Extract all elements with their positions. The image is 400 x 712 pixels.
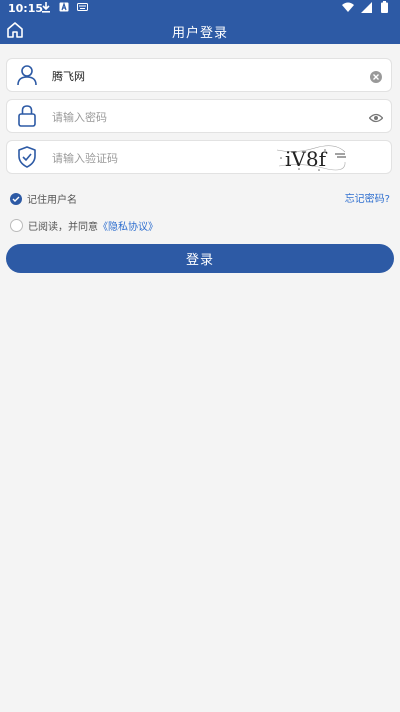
signal-icon bbox=[360, 1, 372, 13]
password-field[interactable]: 请输入密码 bbox=[6, 99, 392, 133]
remember-username-label: 记住用户名 bbox=[27, 195, 77, 206]
notification-a-icon bbox=[58, 1, 70, 13]
username-value[interactable]: 腾飞网 bbox=[52, 68, 85, 84]
checkbox-unchecked-icon[interactable] bbox=[10, 219, 23, 232]
shield-check-icon bbox=[15, 145, 39, 169]
captcha-image[interactable]: iV8f bbox=[275, 144, 347, 172]
download-icon bbox=[40, 1, 52, 13]
privacy-policy-link[interactable]: 《隐私协议》 bbox=[98, 222, 158, 233]
login-button[interactable]: 登录 bbox=[6, 244, 394, 273]
password-placeholder[interactable]: 请输入密码 bbox=[52, 109, 107, 125]
captcha-code: iV8f bbox=[285, 147, 328, 171]
page-title: 用户登录 bbox=[171, 26, 228, 41]
lock-icon bbox=[15, 104, 39, 128]
agreement-text: 已阅读，并同意 bbox=[28, 222, 98, 233]
captcha-field[interactable]: 请输入验证码 iV8f bbox=[6, 140, 392, 174]
wifi-icon bbox=[342, 1, 354, 13]
status-bar: 10:15 bbox=[0, 0, 400, 17]
clear-icon[interactable] bbox=[369, 69, 383, 83]
status-time: 10:15 bbox=[8, 2, 44, 15]
user-icon bbox=[15, 63, 39, 87]
keyboard-icon bbox=[76, 1, 88, 13]
username-field[interactable]: 腾飞网 bbox=[6, 58, 392, 92]
forgot-password-link[interactable]: 忘记密码? bbox=[345, 190, 390, 205]
remember-username-option[interactable]: 记住用户名 bbox=[10, 191, 77, 206]
eye-icon[interactable] bbox=[368, 110, 384, 124]
privacy-agreement-option[interactable]: 已阅读，并同意《隐私协议》 bbox=[10, 218, 158, 233]
app-header: 10:15 用户登录 bbox=[0, 0, 400, 44]
battery-icon bbox=[378, 1, 390, 13]
captcha-placeholder[interactable]: 请输入验证码 bbox=[52, 150, 118, 166]
checkbox-checked-icon[interactable] bbox=[10, 192, 22, 205]
